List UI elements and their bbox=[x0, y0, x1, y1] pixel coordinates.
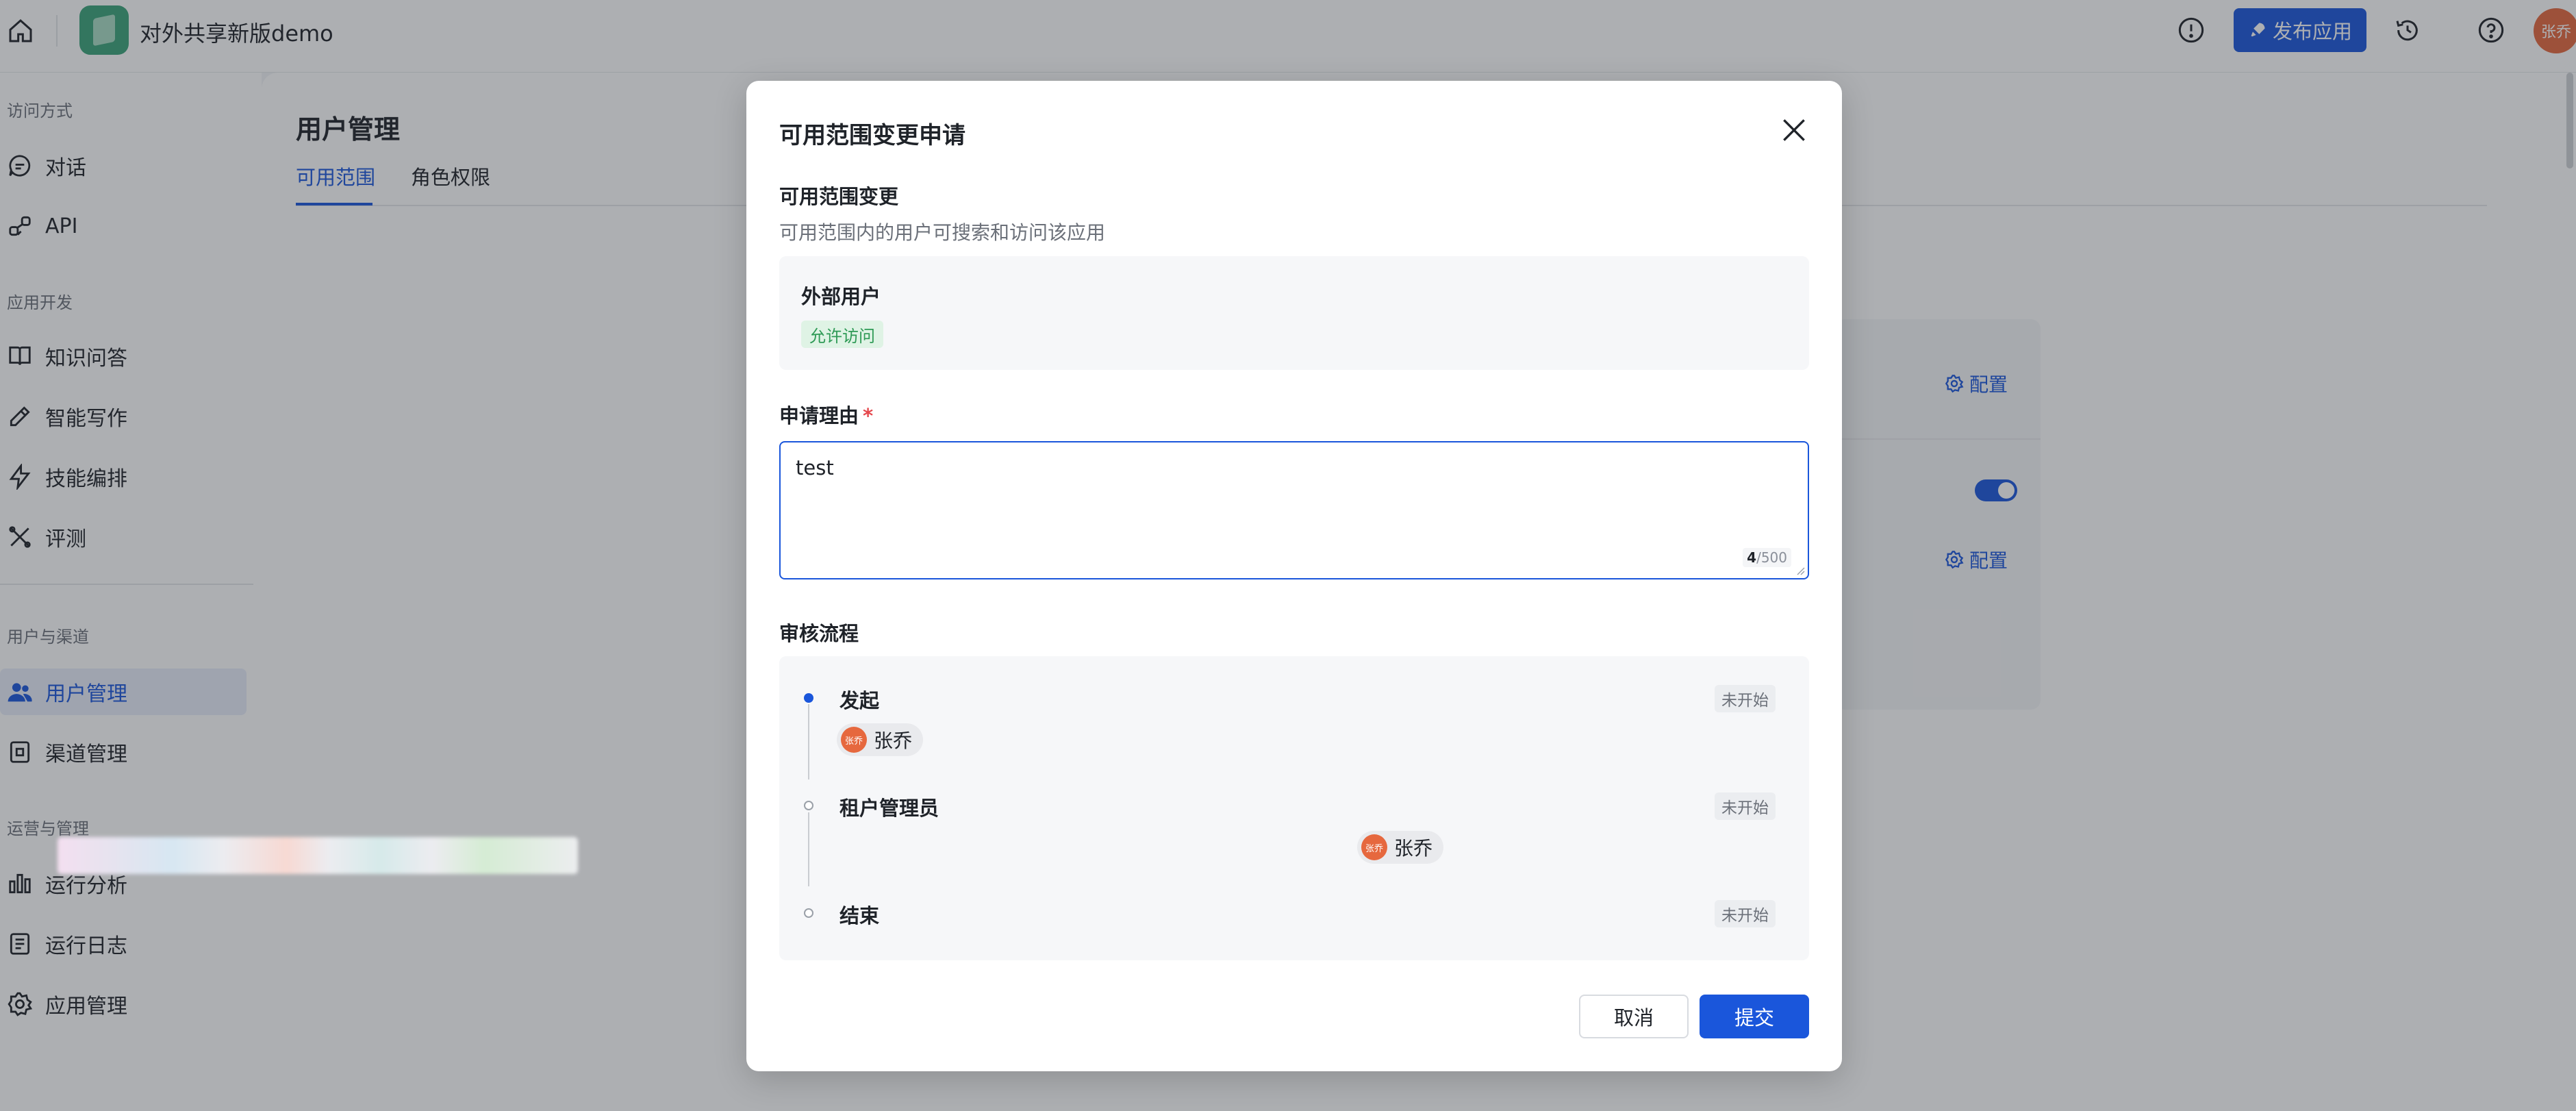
char-counter: 4/500 bbox=[1743, 548, 1791, 567]
flow-step-dot bbox=[804, 693, 813, 703]
user-chip: 张乔 张乔 bbox=[1357, 831, 1444, 864]
cancel-button[interactable]: 取消 bbox=[1579, 995, 1689, 1038]
close-icon[interactable] bbox=[1779, 115, 1809, 145]
flow-step-status: 未开始 bbox=[1715, 685, 1776, 712]
reason-text: test bbox=[796, 456, 834, 479]
required-mark: * bbox=[863, 404, 874, 427]
scope-change-box: 外部用户 允许访问 bbox=[779, 256, 1809, 370]
user-name: 张乔 bbox=[874, 729, 913, 752]
flow-step-status: 未开始 bbox=[1715, 792, 1776, 820]
flow-step-name: 租户管理员 bbox=[839, 797, 939, 820]
scope-change-dialog: 可用范围变更申请 可用范围变更 可用范围内的用户可搜索和访问该应用 外部用户 允… bbox=[746, 81, 1842, 1071]
reason-label: 申请理由 * bbox=[779, 404, 874, 427]
user-chip: 张乔 张乔 bbox=[837, 723, 924, 756]
user-name: 张乔 bbox=[1394, 837, 1433, 860]
resize-handle-icon[interactable] bbox=[1795, 566, 1805, 575]
flow-step-dot bbox=[804, 908, 813, 918]
avatar: 张乔 bbox=[841, 727, 867, 753]
scope-section-description: 可用范围内的用户可搜索和访问该应用 bbox=[779, 221, 1106, 244]
flow-step-status: 未开始 bbox=[1715, 900, 1776, 927]
reason-textarea[interactable]: test 4/500 bbox=[779, 441, 1809, 579]
submit-button[interactable]: 提交 bbox=[1700, 995, 1809, 1038]
redacted-approver-list bbox=[58, 837, 578, 874]
flow-connector bbox=[808, 704, 809, 779]
avatar: 张乔 bbox=[1361, 834, 1387, 860]
scope-target: 外部用户 bbox=[801, 285, 881, 308]
scope-section-title: 可用范围变更 bbox=[779, 185, 899, 208]
flow-title: 审核流程 bbox=[779, 622, 859, 645]
approval-flow: 发起 未开始 张乔 张乔 租户管理员 未开始 张乔 张乔 结束 未开始 bbox=[779, 656, 1809, 960]
status-badge: 允许访问 bbox=[801, 321, 883, 348]
flow-step-name: 结束 bbox=[839, 904, 880, 927]
flow-step-name: 发起 bbox=[839, 689, 880, 712]
flow-step-dot bbox=[804, 801, 813, 810]
dialog-title: 可用范围变更申请 bbox=[779, 122, 965, 149]
flow-connector bbox=[808, 812, 809, 886]
